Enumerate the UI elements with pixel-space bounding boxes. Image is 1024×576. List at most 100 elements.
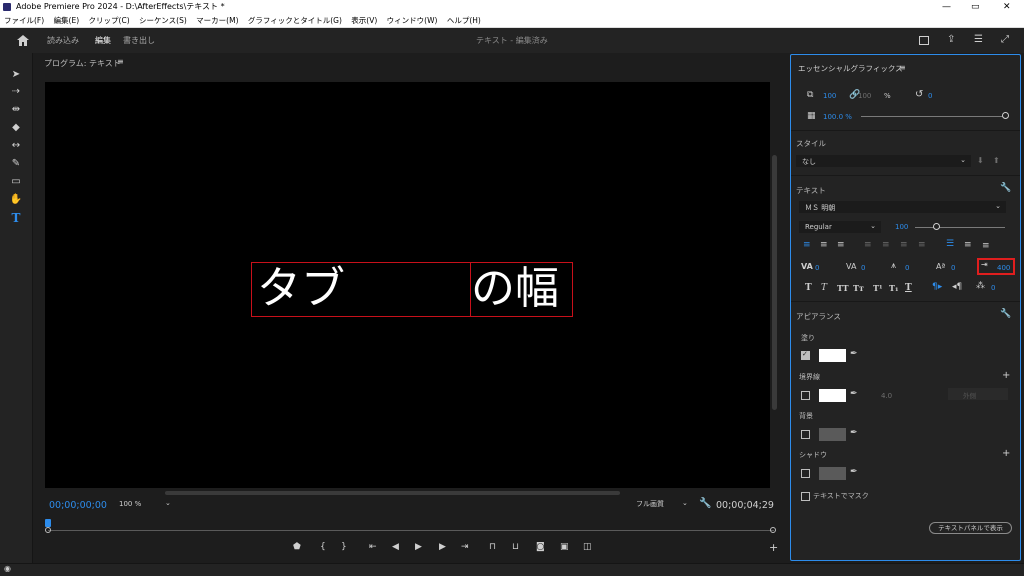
- justify-all-icon[interactable]: ≡: [918, 240, 926, 250]
- zoom-select[interactable]: 100 % ⌄: [119, 499, 174, 511]
- justify-right-icon[interactable]: ≡: [900, 240, 908, 250]
- out-point[interactable]: [770, 527, 776, 533]
- rectangle-tool-icon[interactable]: ▭: [8, 175, 24, 189]
- underline-icon[interactable]: T: [905, 283, 912, 293]
- wrench-icon[interactable]: 🔧: [1000, 309, 1011, 319]
- compare-icon[interactable]: ▣: [560, 542, 569, 552]
- menu-sequence[interactable]: シーケンス(S): [139, 16, 187, 25]
- small-caps-icon[interactable]: Tт: [853, 283, 864, 293]
- tab-export[interactable]: 書き出し: [123, 35, 155, 46]
- font-size-value[interactable]: 100: [895, 223, 908, 231]
- type-tool-icon[interactable]: T: [8, 211, 24, 225]
- shadow-color-swatch[interactable]: [819, 467, 846, 480]
- align-bottom-icon[interactable]: ≡: [982, 241, 990, 251]
- extract-icon[interactable]: ⊔: [512, 542, 519, 552]
- in-point[interactable]: [45, 527, 51, 533]
- eyedropper-icon[interactable]: ✒: [850, 467, 858, 477]
- export-frame-icon[interactable]: ◙: [536, 542, 545, 552]
- horizontal-scrollbar[interactable]: [165, 491, 620, 495]
- eyedropper-icon[interactable]: ✒: [850, 389, 858, 399]
- stroke-width-value[interactable]: 4.0: [881, 392, 892, 400]
- shadow-checkbox[interactable]: [801, 469, 810, 478]
- faux-italic-icon[interactable]: T: [821, 283, 827, 293]
- lift-icon[interactable]: ⊓: [489, 542, 496, 552]
- scale-linked-value[interactable]: 100: [858, 92, 871, 100]
- add-button-icon[interactable]: +: [769, 541, 778, 554]
- rotation-value[interactable]: 0: [928, 92, 932, 100]
- menu-edit[interactable]: 編集(E): [54, 16, 80, 25]
- align-left-icon[interactable]: ≡: [803, 240, 811, 250]
- stroke-checkbox[interactable]: [801, 391, 810, 400]
- menu-help[interactable]: ヘルプ(H): [447, 16, 481, 25]
- step-back-icon[interactable]: ◀: [392, 542, 399, 552]
- scale-value[interactable]: 100: [823, 92, 836, 100]
- opacity-slider-track[interactable]: [861, 116, 1005, 117]
- quality-select[interactable]: フル画質 ⌄: [636, 499, 691, 511]
- playhead-timecode[interactable]: 00;00;00;00: [49, 500, 107, 511]
- step-forward-icon[interactable]: ▶: [439, 542, 446, 552]
- menu-window[interactable]: ウィンドウ(W): [387, 16, 438, 25]
- razor-tool-icon[interactable]: ◆: [8, 121, 24, 135]
- justify-center-icon[interactable]: ≡: [882, 240, 890, 250]
- playhead[interactable]: [45, 519, 51, 527]
- go-to-out-icon[interactable]: ⇥: [461, 542, 469, 552]
- track-select-tool-icon[interactable]: ⇢: [8, 85, 24, 99]
- mini-timeline[interactable]: [45, 519, 776, 533]
- rtl-icon[interactable]: ◂¶: [952, 282, 962, 292]
- marker-icon[interactable]: ⬟: [293, 542, 301, 552]
- vertical-scrollbar[interactable]: [772, 155, 777, 410]
- ripple-edit-tool-icon[interactable]: ⇹: [8, 103, 24, 117]
- font-size-slider-handle[interactable]: [933, 223, 940, 230]
- arrow-down-icon[interactable]: ⬇: [977, 156, 984, 165]
- style-select[interactable]: なし ⌄: [796, 155, 971, 167]
- quick-export-icon[interactable]: [919, 36, 929, 45]
- justify-left-icon[interactable]: ≡: [864, 240, 872, 250]
- align-middle-icon[interactable]: ≡: [964, 240, 972, 250]
- fullscreen-icon[interactable]: ⤢: [1001, 34, 1009, 45]
- mark-out-icon[interactable]: }: [341, 542, 347, 552]
- go-to-in-icon[interactable]: ⇤: [369, 542, 377, 552]
- video-frame[interactable]: タブ の幅: [45, 82, 770, 488]
- menu-graphics[interactable]: グラフィックとタイトル(G): [248, 16, 342, 25]
- tab-import[interactable]: 読み込み: [47, 35, 79, 46]
- stroke-color-swatch[interactable]: [819, 389, 846, 402]
- ltr-icon[interactable]: ¶▸: [932, 282, 942, 292]
- background-color-swatch[interactable]: [819, 428, 846, 441]
- wrench-icon[interactable]: 🔧: [1000, 183, 1011, 193]
- leading-value[interactable]: 0: [905, 264, 909, 272]
- text-panel-button[interactable]: テキストパネルで表示: [929, 522, 1012, 534]
- font-style-select[interactable]: Regular ⌄: [799, 221, 881, 233]
- opacity-slider-handle[interactable]: [1002, 112, 1009, 119]
- font-select[interactable]: ＭＳ 明朝 ⌄: [799, 201, 1006, 213]
- pen-tool-icon[interactable]: ✎: [8, 157, 24, 171]
- add-stroke-icon[interactable]: +: [1002, 370, 1010, 381]
- fill-color-swatch[interactable]: [819, 349, 846, 362]
- baseline-value[interactable]: 0: [951, 264, 955, 272]
- close-icon[interactable]: ✕: [1003, 0, 1011, 14]
- stroke-position-select[interactable]: 外側: [948, 388, 1008, 400]
- minimize-icon[interactable]: —: [942, 0, 951, 14]
- proxy-icon[interactable]: ◫: [583, 542, 592, 552]
- align-center-icon[interactable]: ≡: [820, 240, 828, 250]
- mask-checkbox[interactable]: [801, 492, 810, 501]
- selection-tool-icon[interactable]: ➤: [8, 68, 24, 82]
- faux-bold-icon[interactable]: T: [805, 283, 812, 293]
- slip-tool-icon[interactable]: ↔: [8, 139, 24, 153]
- menu-clip[interactable]: クリップ(C): [89, 16, 130, 25]
- tab-edit[interactable]: 編集: [95, 35, 111, 46]
- background-checkbox[interactable]: [801, 430, 810, 439]
- opacity-value[interactable]: 100.0 %: [823, 113, 852, 121]
- tab-width-value[interactable]: 400: [997, 264, 1010, 272]
- add-shadow-icon[interactable]: +: [1002, 448, 1010, 459]
- arrow-up-icon[interactable]: ⬆: [993, 156, 1000, 165]
- play-icon[interactable]: ▶: [415, 542, 422, 552]
- subscript-icon[interactable]: T₁: [889, 283, 898, 293]
- font-size-slider-track[interactable]: [915, 227, 1005, 228]
- share-icon[interactable]: ⇪: [947, 34, 955, 45]
- eyedropper-icon[interactable]: ✒: [850, 349, 858, 359]
- tracking-value[interactable]: 0: [861, 264, 865, 272]
- tsume-value[interactable]: 0: [991, 284, 995, 292]
- menu-view[interactable]: 表示(V): [351, 16, 377, 25]
- mark-in-icon[interactable]: {: [320, 542, 326, 552]
- kerning-value[interactable]: 0: [815, 264, 819, 272]
